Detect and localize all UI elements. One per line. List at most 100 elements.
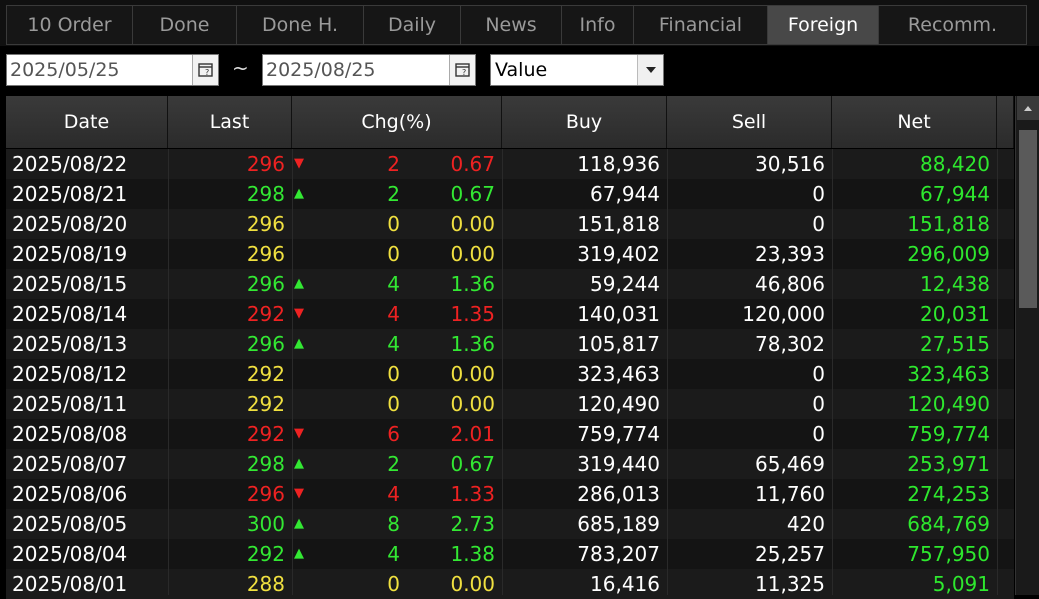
table-row[interactable]: 2025/08/12 292 0 0.00 323,463 0 323,463 <box>6 359 1014 389</box>
tab-news[interactable]: News <box>460 5 561 45</box>
table-row[interactable]: 2025/08/07 298 ▲ 2 0.67 319,440 65,469 253,971 <box>6 449 1014 479</box>
cell-net: 151,818 <box>907 212 990 236</box>
cell-change-percent: 0.67 <box>450 152 495 176</box>
table-row[interactable]: 2025/08/21 298 ▲ 2 0.67 67,944 0 67,944 <box>6 179 1014 209</box>
cell-buy: 120,490 <box>577 392 660 416</box>
date-range-separator: ~ <box>232 56 249 80</box>
tab-done[interactable]: Done <box>132 5 236 45</box>
column-divider <box>997 149 998 595</box>
column-divider <box>832 149 833 595</box>
table-row[interactable]: 2025/08/08 292 ▼ 6 2.01 759,774 0 759,774 <box>6 419 1014 449</box>
cell-date: 2025/08/15 <box>12 272 128 296</box>
cell-sell: 46,806 <box>755 272 825 296</box>
tab-info[interactable]: Info <box>561 5 633 45</box>
cell-sell: 0 <box>812 422 825 446</box>
cell-last: 292 <box>246 392 285 416</box>
cell-sell: 0 <box>812 212 825 236</box>
cell-last: 292 <box>246 422 285 446</box>
cell-date: 2025/08/20 <box>12 212 128 236</box>
scroll-thumb[interactable] <box>1019 130 1037 308</box>
cell-net: 684,769 <box>907 512 990 536</box>
tab-10-order[interactable]: 10 Order <box>6 5 132 45</box>
end-date-value: 2025/08/25 <box>266 59 376 81</box>
table-row[interactable]: 2025/08/14 292 ▼ 4 1.35 140,031 120,000 20,031 <box>6 299 1014 329</box>
column-header-buy[interactable]: Buy <box>502 96 667 148</box>
start-date-field[interactable]: 2025/05/25 ? <box>6 54 219 86</box>
cell-change: 2 <box>387 452 400 476</box>
cell-buy: 759,774 <box>577 422 660 446</box>
tab-daily[interactable]: Daily <box>363 5 460 45</box>
end-date-field[interactable]: 2025/08/25 ? <box>262 54 476 86</box>
value-type-select[interactable]: Value <box>490 54 664 86</box>
cell-date: 2025/08/08 <box>12 422 128 446</box>
tab-done-h[interactable]: Done H. <box>236 5 363 45</box>
vertical-scrollbar[interactable] <box>1015 96 1039 595</box>
table-row[interactable]: 2025/08/19 296 0 0.00 319,402 23,393 296,009 <box>6 239 1014 269</box>
cell-last: 298 <box>246 182 285 206</box>
tab-recomm[interactable]: Recomm. <box>878 5 1027 45</box>
tab-bar: 10 Order Done Done H. Daily News Info Financia… <box>0 0 1039 46</box>
cell-date: 2025/08/12 <box>12 362 128 386</box>
column-header-date[interactable]: Date <box>6 96 168 148</box>
cell-sell: 30,516 <box>755 152 825 176</box>
cell-net: 27,515 <box>920 332 990 356</box>
table-header: Date Last Chg(%) Buy Sell Net <box>6 96 1014 149</box>
cell-change-percent: 0.00 <box>450 242 495 266</box>
cell-net: 274,253 <box>907 482 990 506</box>
cell-change-percent: 0.67 <box>450 182 495 206</box>
cell-change: 0 <box>387 242 400 266</box>
cell-net: 323,463 <box>907 362 990 386</box>
cell-change-percent: 1.36 <box>450 332 495 356</box>
cell-last: 296 <box>246 212 285 236</box>
scroll-up-icon[interactable] <box>1017 96 1039 120</box>
cell-net: 759,774 <box>907 422 990 446</box>
cell-sell: 120,000 <box>742 302 825 326</box>
table-row[interactable]: 2025/08/11 292 0 0.00 120,490 0 120,490 <box>6 389 1014 419</box>
table-row[interactable]: 2025/08/13 296 ▲ 4 1.36 105,817 78,302 27,515 <box>6 329 1014 359</box>
cell-net: 120,490 <box>907 392 990 416</box>
cell-sell: 420 <box>786 512 825 536</box>
calendar-icon[interactable]: ? <box>449 55 475 85</box>
cell-date: 2025/08/07 <box>12 452 128 476</box>
cell-buy: 105,817 <box>577 332 660 356</box>
cell-change: 4 <box>387 482 400 506</box>
cell-buy: 118,936 <box>577 152 660 176</box>
column-header-chg[interactable]: Chg(%) <box>292 96 502 148</box>
tab-financial[interactable]: Financial <box>633 5 767 45</box>
column-header-sell[interactable]: Sell <box>667 96 832 148</box>
cell-last: 296 <box>246 152 285 176</box>
cell-date: 2025/08/05 <box>12 512 128 536</box>
svg-text:?: ? <box>205 68 209 77</box>
table-row[interactable]: 2025/08/06 296 ▼ 4 1.33 286,013 11,760 274,253 <box>6 479 1014 509</box>
column-header-last[interactable]: Last <box>168 96 292 148</box>
cell-change-percent: 1.38 <box>450 542 495 566</box>
chevron-down-icon[interactable] <box>637 55 663 85</box>
cell-change: 4 <box>387 542 400 566</box>
cell-net: 757,950 <box>907 542 990 566</box>
table-body: 2025/08/22 296 ▼ 2 0.67 118,936 30,516 88,420 20… <box>6 149 1014 599</box>
cell-sell: 0 <box>812 182 825 206</box>
cell-net: 12,438 <box>920 272 990 296</box>
cell-sell: 25,257 <box>755 542 825 566</box>
table-row[interactable]: 2025/08/22 296 ▼ 2 0.67 118,936 30,516 88,420 <box>6 149 1014 179</box>
cell-sell: 23,393 <box>755 242 825 266</box>
cell-last: 292 <box>246 542 285 566</box>
cell-change: 0 <box>387 212 400 236</box>
value-type-selected: Value <box>495 59 548 81</box>
cell-last: 292 <box>246 302 285 326</box>
cell-change: 8 <box>387 512 400 536</box>
cell-change-percent: 0.67 <box>450 452 495 476</box>
cell-sell: 11,760 <box>755 482 825 506</box>
cell-change: 4 <box>387 272 400 296</box>
cell-date: 2025/08/13 <box>12 332 128 356</box>
cell-buy: 323,463 <box>577 362 660 386</box>
table-row[interactable]: 2025/08/20 296 0 0.00 151,818 0 151,818 <box>6 209 1014 239</box>
calendar-icon[interactable]: ? <box>192 55 218 85</box>
table-row[interactable]: 2025/08/05 300 ▲ 8 2.73 685,189 420 684,769 <box>6 509 1014 539</box>
cell-last: 300 <box>246 512 285 536</box>
column-header-net[interactable]: Net <box>832 96 997 148</box>
table-row[interactable]: 2025/08/04 292 ▲ 4 1.38 783,207 25,257 757,950 <box>6 539 1014 569</box>
cell-last: 296 <box>246 332 285 356</box>
tab-foreign[interactable]: Foreign <box>767 5 878 45</box>
table-row[interactable]: 2025/08/15 296 ▲ 4 1.36 59,244 46,806 12,438 <box>6 269 1014 299</box>
